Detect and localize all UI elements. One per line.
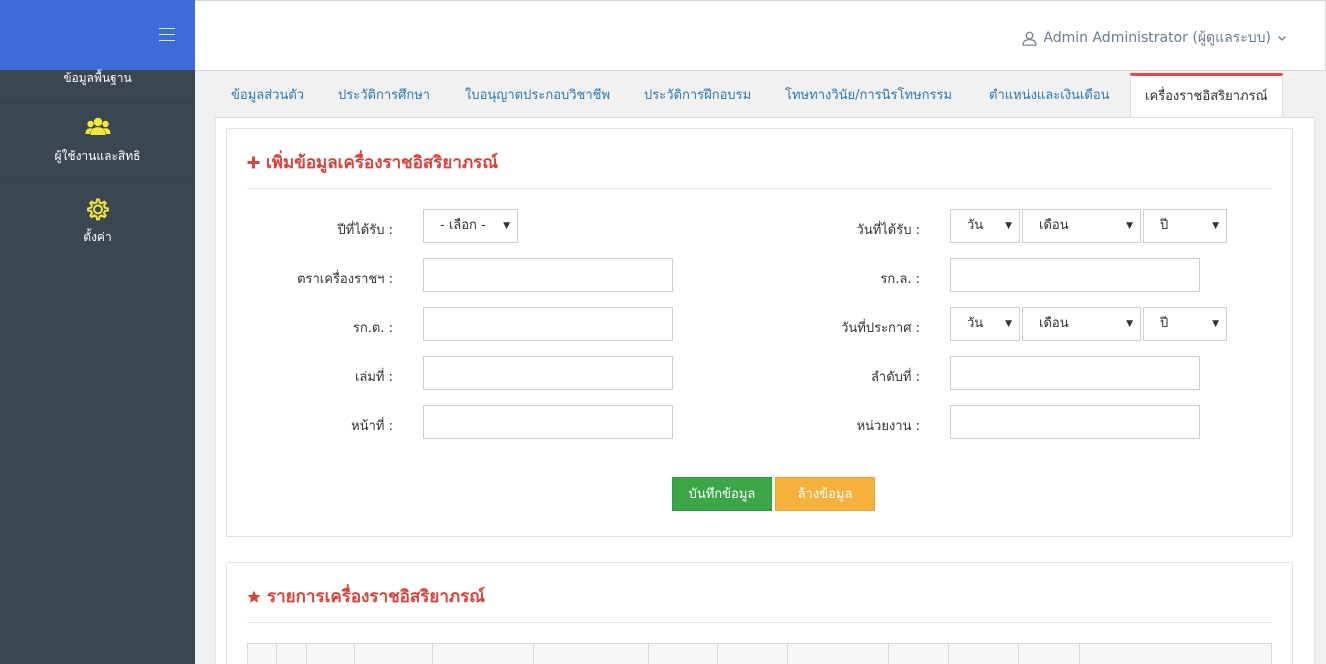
divider bbox=[247, 188, 1272, 189]
date-received-label: วันที่ได้รับ : bbox=[856, 223, 920, 238]
table-column bbox=[948, 644, 949, 664]
user-menu[interactable]: Admin Administrator (ผู้ดูแลระบบ) bbox=[1022, 27, 1287, 49]
rkt-label: รก.ต. : bbox=[352, 321, 393, 336]
table-column bbox=[276, 644, 277, 664]
tab-personal-info[interactable]: ข้อมูลส่วนตัว bbox=[231, 73, 304, 117]
panel-title-text: เพิ่มข้อมูลเครื่องราชอิสริยาภรณ์ bbox=[266, 153, 499, 173]
caret-down-icon: ▼ bbox=[1126, 319, 1133, 329]
year-select-value: ปี bbox=[1160, 316, 1169, 331]
volume-label: เล่มที่ : bbox=[354, 370, 393, 385]
month-select-value: เดือน bbox=[1039, 316, 1069, 331]
caret-down-icon: ▼ bbox=[503, 221, 510, 231]
date-received-day-select[interactable]: วัน ▼ bbox=[950, 209, 1020, 243]
star-icon bbox=[247, 590, 261, 603]
panel-title: เพิ่มข้อมูลเครื่องราชอิสริยาภรณ์ bbox=[247, 149, 498, 176]
tab-discipline[interactable]: โทษทางวินัย/การนิรโทษกรรม bbox=[785, 73, 952, 117]
caret-down-icon: ▼ bbox=[1005, 221, 1012, 231]
order-label: ลำดับที่ : bbox=[870, 370, 920, 385]
rkl-label: รก.ล. : bbox=[880, 272, 920, 287]
order-input[interactable] bbox=[950, 356, 1200, 390]
date-received-year-select[interactable]: ปี ▼ bbox=[1143, 209, 1227, 243]
caret-down-icon: ▼ bbox=[1126, 221, 1133, 231]
year-received-select[interactable]: - เลือก - ▼ bbox=[423, 209, 518, 243]
date-received-month-select[interactable]: เดือน ▼ bbox=[1022, 209, 1141, 243]
user-name: Admin Administrator (ผู้ดูแลระบบ) bbox=[1043, 30, 1271, 46]
year-received-label: ปีที่ได้รับ : bbox=[337, 223, 393, 238]
table-column bbox=[787, 644, 788, 664]
caret-down-icon: ▼ bbox=[1212, 319, 1219, 329]
hamburger-icon[interactable] bbox=[159, 28, 175, 42]
plus-icon bbox=[247, 156, 260, 169]
sidebar-item-label: ตั้งค่า bbox=[83, 230, 112, 244]
unit-label: หน่วยงาน : bbox=[856, 419, 920, 434]
announce-month-select[interactable]: เดือน ▼ bbox=[1022, 307, 1141, 341]
clear-button[interactable]: ล้างข้อมูล bbox=[775, 477, 875, 511]
year-select-value: ปี bbox=[1160, 218, 1169, 233]
sidebar-item-label: ข้อมูลพื้นฐาน bbox=[63, 71, 132, 85]
day-select-value: วัน bbox=[967, 218, 984, 233]
insignia-table-header bbox=[247, 643, 1272, 664]
table-column bbox=[717, 644, 718, 664]
sidebar: ข้อมูลพื้นฐาน ผู้ใช้งานและสิทธิ ตั้งค่า bbox=[0, 0, 195, 664]
table-column bbox=[306, 644, 307, 664]
tab-education[interactable]: ประวัติการศึกษา bbox=[338, 73, 430, 117]
user-icon bbox=[1022, 31, 1038, 46]
insignia-input[interactable] bbox=[423, 258, 673, 292]
sidebar-item-basic-data[interactable]: ข้อมูลพื้นฐาน bbox=[0, 70, 195, 103]
tab-license[interactable]: ใบอนุญาตประกอบวิชาชีพ bbox=[465, 73, 610, 117]
unit-input[interactable] bbox=[950, 405, 1200, 439]
chevron-down-icon bbox=[1278, 36, 1286, 41]
sidebar-brand bbox=[0, 0, 195, 70]
table-column bbox=[1018, 644, 1019, 664]
announce-day-select[interactable]: วัน ▼ bbox=[950, 307, 1020, 341]
announce-date-label: วันที่ประกาศ : bbox=[841, 321, 920, 336]
save-button[interactable]: บันทึกข้อมูล bbox=[672, 477, 772, 511]
table-column bbox=[888, 644, 889, 664]
users-icon bbox=[85, 117, 110, 135]
tab-training[interactable]: ประวัติการฝึกอบรม bbox=[644, 73, 751, 117]
table-column bbox=[533, 644, 534, 664]
rkt-input[interactable] bbox=[423, 307, 673, 341]
table-column bbox=[432, 644, 433, 664]
list-title-text: รายการเครื่องราชอิสริยาภรณ์ bbox=[267, 587, 485, 607]
sidebar-item-settings[interactable]: ตั้งค่า bbox=[0, 181, 195, 251]
day-select-value: วัน bbox=[967, 316, 984, 331]
announce-year-select[interactable]: ปี ▼ bbox=[1143, 307, 1227, 341]
table-column bbox=[1079, 644, 1080, 664]
insignia-label: ตราเครื่องราชฯ : bbox=[297, 272, 393, 287]
page-input[interactable] bbox=[423, 405, 673, 439]
divider bbox=[247, 622, 1272, 623]
sidebar-item-label: ผู้ใช้งานและสิทธิ bbox=[54, 149, 141, 163]
table-column bbox=[648, 644, 649, 664]
table-column bbox=[354, 644, 355, 664]
list-title: รายการเครื่องราชอิสริยาภรณ์ bbox=[247, 583, 485, 610]
rkl-input[interactable] bbox=[950, 258, 1200, 292]
tab-insignia[interactable]: เครื่องราชอิสริยาภรณ์ bbox=[1130, 73, 1283, 117]
tab-bar: ข้อมูลส่วนตัว ประวัติการศึกษา ใบอนุญาตปร… bbox=[215, 73, 1315, 117]
gear-icon bbox=[86, 198, 109, 221]
caret-down-icon: ▼ bbox=[1212, 221, 1219, 231]
tab-position-salary[interactable]: ตำแหน่งและเงินเดือน bbox=[989, 73, 1110, 117]
sidebar-item-users[interactable]: ผู้ใช้งานและสิทธิ bbox=[0, 103, 195, 181]
volume-input[interactable] bbox=[423, 356, 673, 390]
year-received-select-value: - เลือก - bbox=[440, 218, 486, 233]
page-label: หน้าที่ : bbox=[351, 419, 393, 434]
caret-down-icon: ▼ bbox=[1005, 319, 1012, 329]
top-navbar: Admin Administrator (ผู้ดูแลระบบ) bbox=[195, 0, 1326, 71]
month-select-value: เดือน bbox=[1039, 218, 1069, 233]
